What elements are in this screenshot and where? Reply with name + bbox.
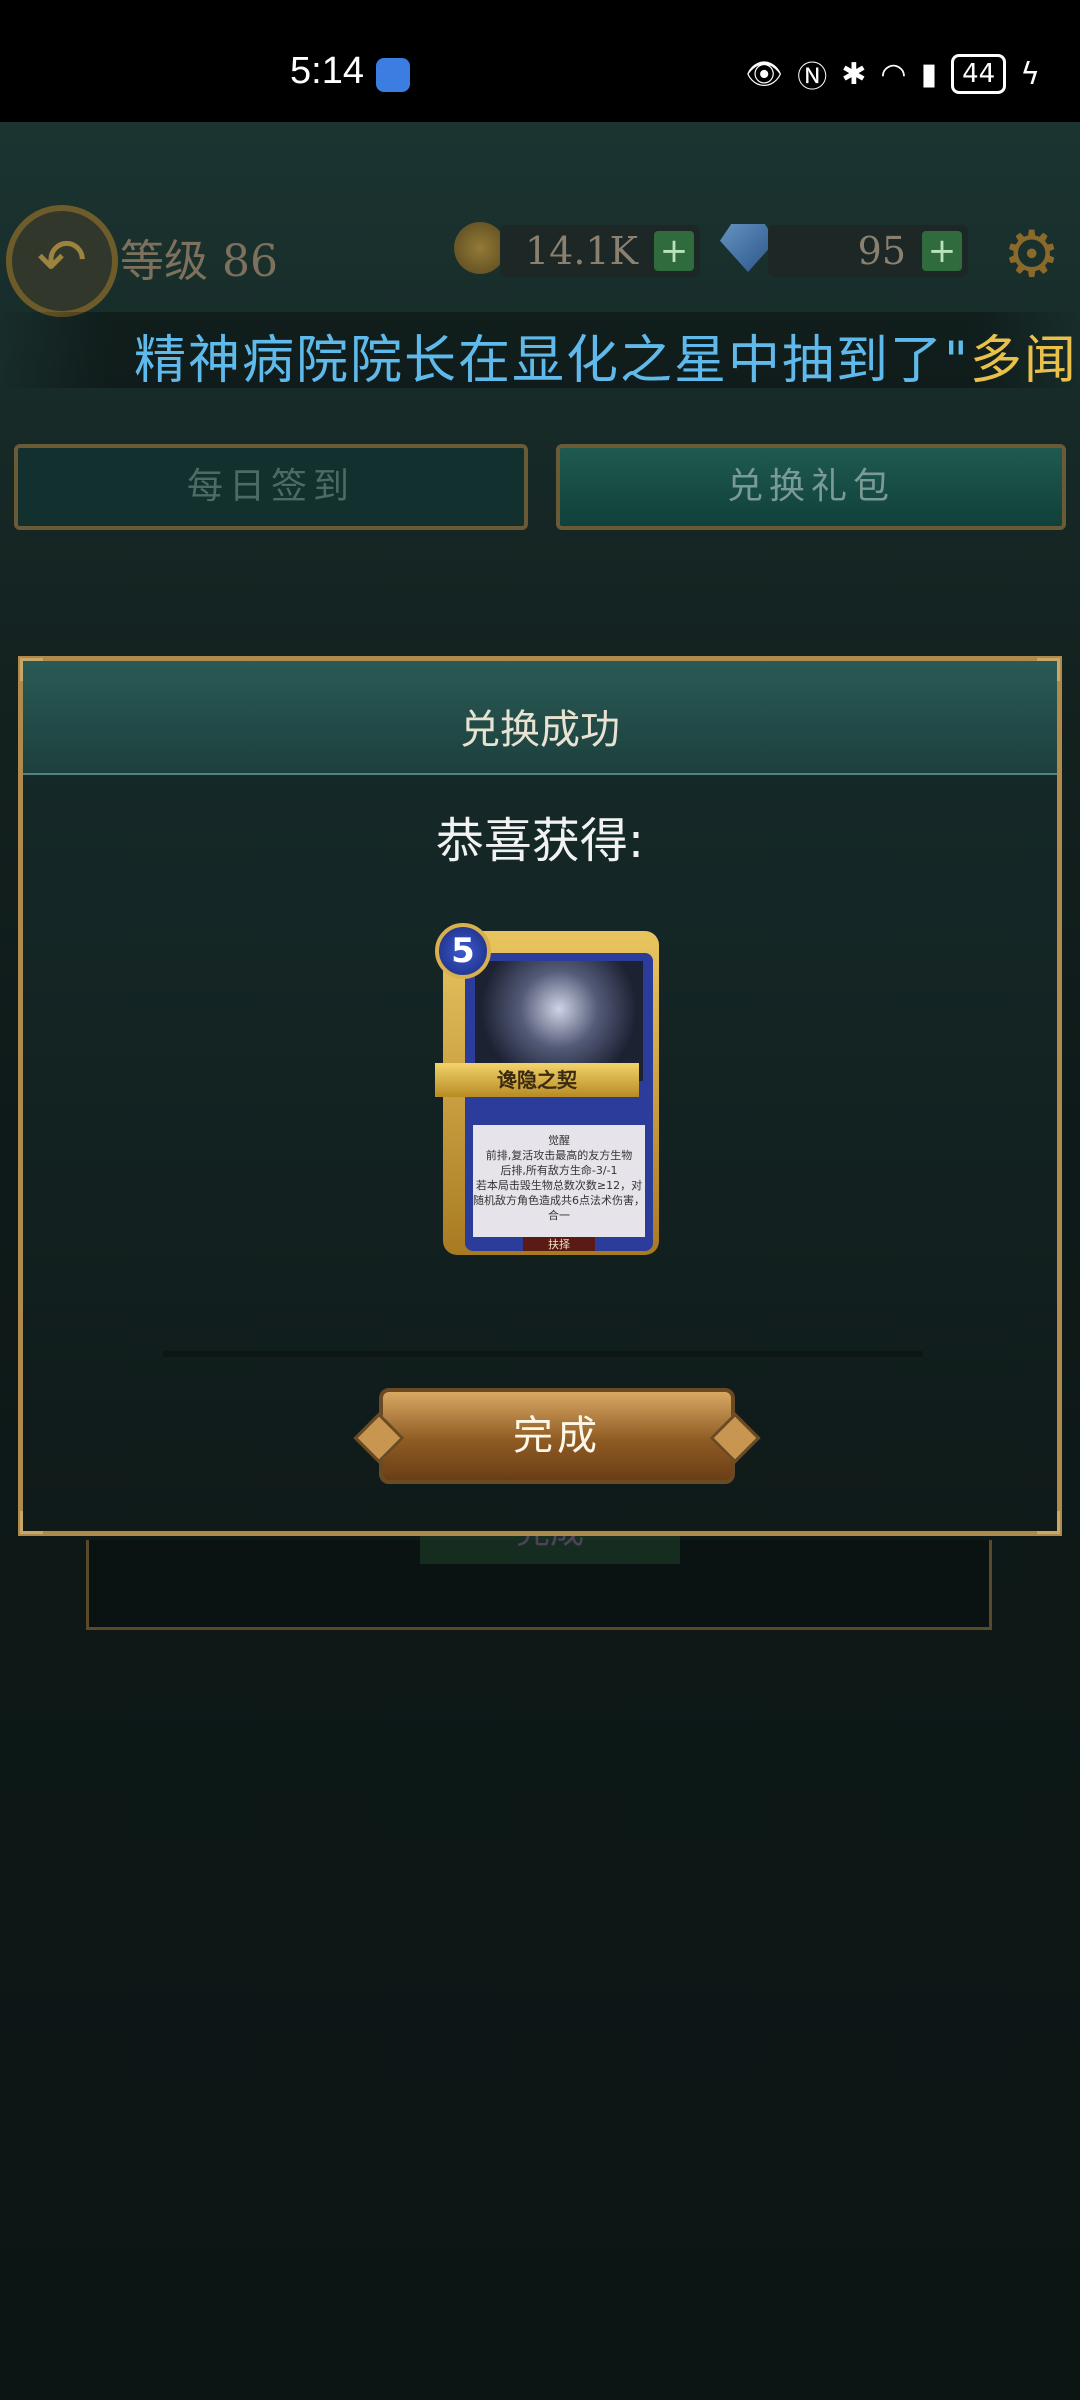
corner-ornament: [1037, 658, 1060, 681]
reward-card[interactable]: 觉醒 前排,复活攻击最高的友方生物 后排,所有敌方生命-3/-1 若本局击毁生物…: [435, 923, 667, 1263]
add-gems-button[interactable]: +: [922, 231, 962, 271]
card-type-label: 扶择: [523, 1237, 595, 1251]
done-button[interactable]: 完成: [379, 1388, 735, 1484]
tab-redeem-gift[interactable]: 兑换礼包: [556, 444, 1066, 530]
dialog-header: 兑换成功: [23, 661, 1057, 775]
nfc-icon: Ⓝ: [797, 60, 828, 95]
status-bar: 5:14 👁 Ⓝ ✱ ◠ ▮ 44 ϟ: [0, 0, 1080, 122]
add-coins-button[interactable]: +: [654, 231, 694, 271]
app-notification-icon: [376, 58, 410, 92]
card-description: 觉醒 前排,复活攻击最高的友方生物 后排,所有敌方生命-3/-1 若本局击毁生物…: [473, 1125, 645, 1237]
redeem-success-dialog: 兑换成功 恭喜获得: 觉醒 前排,复活攻击最高的友方生物 后排,所有敌方生命-3…: [18, 656, 1062, 1536]
card-inner: 觉醒 前排,复活攻击最高的友方生物 后排,所有敌方生命-3/-1 若本局击毁生物…: [465, 953, 653, 1251]
announcement-text: 精神病院院长在显化之星中抽到了"多闻: [134, 318, 1078, 393]
coin-counter: 14.1K +: [500, 225, 700, 277]
corner-ornament: [20, 658, 43, 681]
dialog-divider: [163, 1351, 923, 1357]
corner-ornament: [20, 1511, 43, 1534]
announcement-highlight: 多闻: [969, 331, 1078, 391]
settings-gear-icon[interactable]: ⚙: [1003, 218, 1060, 292]
signal-icon: ▮: [920, 56, 938, 92]
card-cost-badge: 5: [435, 923, 491, 979]
corner-ornament: [1037, 1511, 1060, 1534]
status-time: 5:14: [290, 50, 364, 92]
card-name: 谗隐之契: [435, 1063, 639, 1097]
wifi-icon: ◠: [880, 56, 907, 92]
charging-icon: ϟ: [1020, 56, 1040, 92]
eye-icon: 👁: [745, 56, 784, 92]
coin-icon: [454, 222, 506, 274]
dialog-title: 兑换成功: [460, 707, 620, 753]
player-level: 等级 86: [120, 236, 278, 287]
congrats-text: 恭喜获得:: [435, 813, 645, 869]
card-frame: 觉醒 前排,复活攻击最高的友方生物 后排,所有敌方生命-3/-1 若本局击毁生物…: [435, 931, 659, 1255]
bluetooth-icon: ✱: [841, 56, 867, 92]
announcement-main: 精神病院院长在显化之星中抽到了": [134, 331, 970, 391]
gem-counter: 95 +: [768, 225, 968, 277]
status-icons: 👁 Ⓝ ✱ ◠ ▮ 44 ϟ: [745, 52, 1040, 96]
back-button[interactable]: ↶: [6, 205, 118, 317]
battery-icon: 44: [951, 54, 1007, 94]
gem-value: 95: [857, 229, 906, 273]
back-arrow-icon: ↶: [36, 226, 88, 296]
tab-daily-checkin[interactable]: 每日签到: [14, 444, 528, 530]
coin-value: 14.1K: [525, 229, 638, 273]
